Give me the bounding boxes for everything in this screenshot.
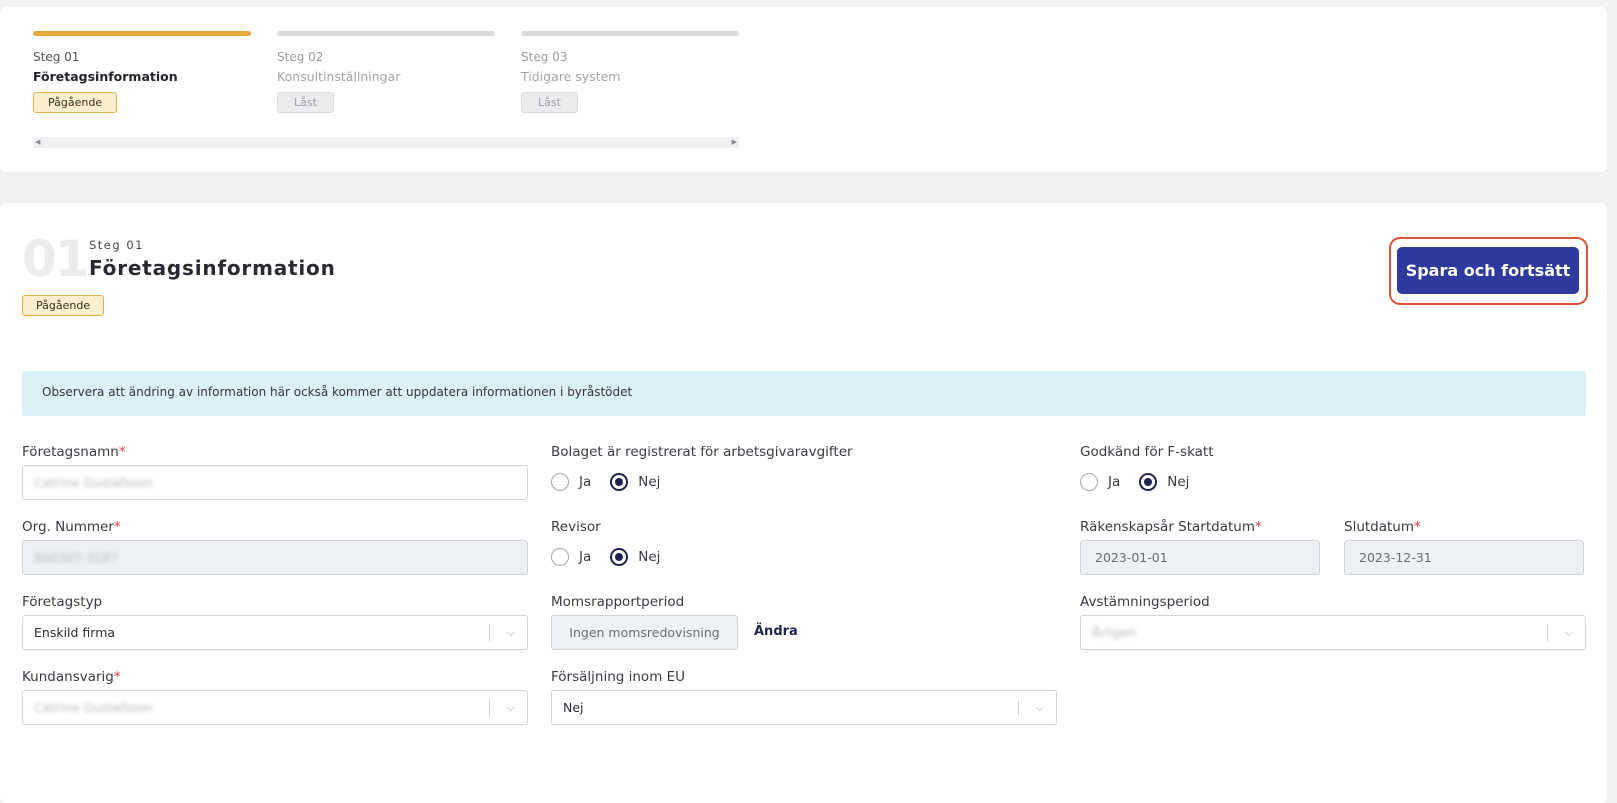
stepper-scrollbar[interactable]: ◀ ▶ [33,137,739,148]
step-3[interactable]: Steg 03 Tidigare system Låst [521,31,739,113]
info-alert: Observera att ändring av information här… [22,371,1586,416]
step-3-status-badge: Låst [521,92,578,113]
step-3-title: Tidigare system [521,69,621,84]
fiscal-start-input: 2023-01-01 [1080,540,1320,575]
company-name-value: Catrine Gustafsson [34,475,154,490]
chevron-down-icon[interactable]: ⌵ [1565,616,1573,649]
company-name-input[interactable]: Catrine Gustafsson [22,465,528,500]
step-1[interactable]: Steg 01 Företagsinformation Pågående [33,31,251,113]
radio-label-no: Nej [638,474,661,490]
employer-registered-radio-group: Ja Nej [551,473,679,491]
step-1-title: Företagsinformation [33,69,178,84]
f-tax-no-radio[interactable] [1139,473,1158,491]
step-2-progress-bar [277,31,495,36]
reconciliation-period-label: Avstämningsperiod [1080,594,1210,610]
account-manager-label: Kundansvarig* [22,669,121,685]
vat-period-value: Ingen momsredovisning [569,625,720,640]
scroll-left-icon[interactable]: ◀ [35,137,40,148]
fiscal-end-label: Slutdatum* [1344,519,1421,535]
required-marker: * [118,444,126,460]
radio-label-yes: Ja [1108,474,1121,490]
eu-sales-select[interactable]: Nej ⌵ [551,690,1057,725]
chevron-down-icon[interactable]: ⌵ [507,616,515,649]
select-separator [489,624,490,642]
step-3-number: Steg 03 [521,50,568,64]
section-number: 01 [22,230,90,288]
org-number-label-text: Org. Nummer [22,519,114,535]
fiscal-start-label: Räkenskapsår Startdatum* [1080,519,1262,535]
step-1-number: Steg 01 [33,50,80,64]
auditor-no-radio[interactable] [610,548,629,566]
vat-period-input: Ingen momsredovisning [551,615,738,650]
company-name-label: Företagsnamn* [22,444,126,460]
radio-label-yes: Ja [579,474,592,490]
company-type-select[interactable]: Enskild firma ⌵ [22,615,528,650]
step-2-number: Steg 02 [277,50,324,64]
employer-registered-yes-radio[interactable] [551,473,569,491]
eu-sales-value: Nej [563,700,584,715]
required-marker: * [1254,519,1262,535]
select-separator [489,699,490,717]
section-step-label: Steg 01 [89,238,144,252]
auditor-yes-radio[interactable] [551,548,569,566]
save-and-continue-button[interactable]: Spara och fortsätt [1397,247,1579,294]
f-tax-yes-radio[interactable] [1080,473,1098,491]
radio-label-yes: Ja [579,549,592,565]
step-1-progress-bar [33,31,251,36]
account-manager-value: Catrine Gustafsson [34,700,154,715]
org-number-label: Org. Nummer* [22,519,121,535]
scroll-right-icon[interactable]: ▶ [732,137,737,148]
fiscal-end-input: 2023-12-31 [1344,540,1584,575]
employer-registered-label: Bolaget är registrerat för arbetsgivarav… [551,444,853,460]
fiscal-end-value: 2023-12-31 [1359,550,1432,565]
select-separator [1018,699,1019,717]
reconciliation-period-select[interactable]: Årligen ⌵ [1080,615,1586,650]
f-tax-radio-group: Ja Nej [1080,473,1208,491]
change-vat-period-link[interactable]: Ändra [754,624,798,639]
auditor-label: Revisor [551,519,601,535]
stepper-card: Steg 01 Företagsinformation Pågående Ste… [0,7,1607,172]
step-3-progress-bar [521,31,739,36]
vat-period-label: Momsrapportperiod [551,594,685,610]
company-name-label-text: Företagsnamn [22,444,119,460]
radio-label-no: Nej [1167,474,1190,490]
account-manager-label-text: Kundansvarig [22,669,114,685]
chevron-down-icon[interactable]: ⌵ [507,691,515,724]
f-tax-label: Godkänd för F-skatt [1080,444,1214,460]
radio-label-no: Nej [638,549,661,565]
company-type-label: Företagstyp [22,594,103,610]
account-manager-select[interactable]: Catrine Gustafsson ⌵ [22,690,528,725]
eu-sales-label: Försäljning inom EU [551,669,686,685]
step-2-status-badge: Låst [277,92,334,113]
step-2-title: Konsultinställningar [277,69,401,84]
fiscal-end-label-text: Slutdatum [1344,519,1415,535]
auditor-radio-group: Ja Nej [551,548,679,566]
chevron-down-icon[interactable]: ⌵ [1036,691,1044,724]
company-type-value: Enskild firma [34,625,116,640]
fiscal-start-value: 2023-01-01 [1095,550,1168,565]
org-number-value: 860307-3187 [34,550,119,565]
select-separator [1547,624,1548,642]
fiscal-start-label-text: Räkenskapsår Startdatum [1080,519,1255,535]
employer-registered-no-radio[interactable] [610,473,629,491]
page-title: Företagsinformation [89,256,336,280]
status-badge: Pågående [22,295,105,316]
org-number-input: 860307-3187 [22,540,528,575]
required-marker: * [113,669,121,685]
required-marker: * [1414,519,1421,535]
reconciliation-period-value: Årligen [1092,625,1137,640]
step-2[interactable]: Steg 02 Konsultinställningar Låst [277,31,495,113]
required-marker: * [113,519,121,535]
company-info-card: 01 Steg 01 Företagsinformation Pågående … [0,203,1607,803]
step-1-status-badge: Pågående [33,92,118,113]
